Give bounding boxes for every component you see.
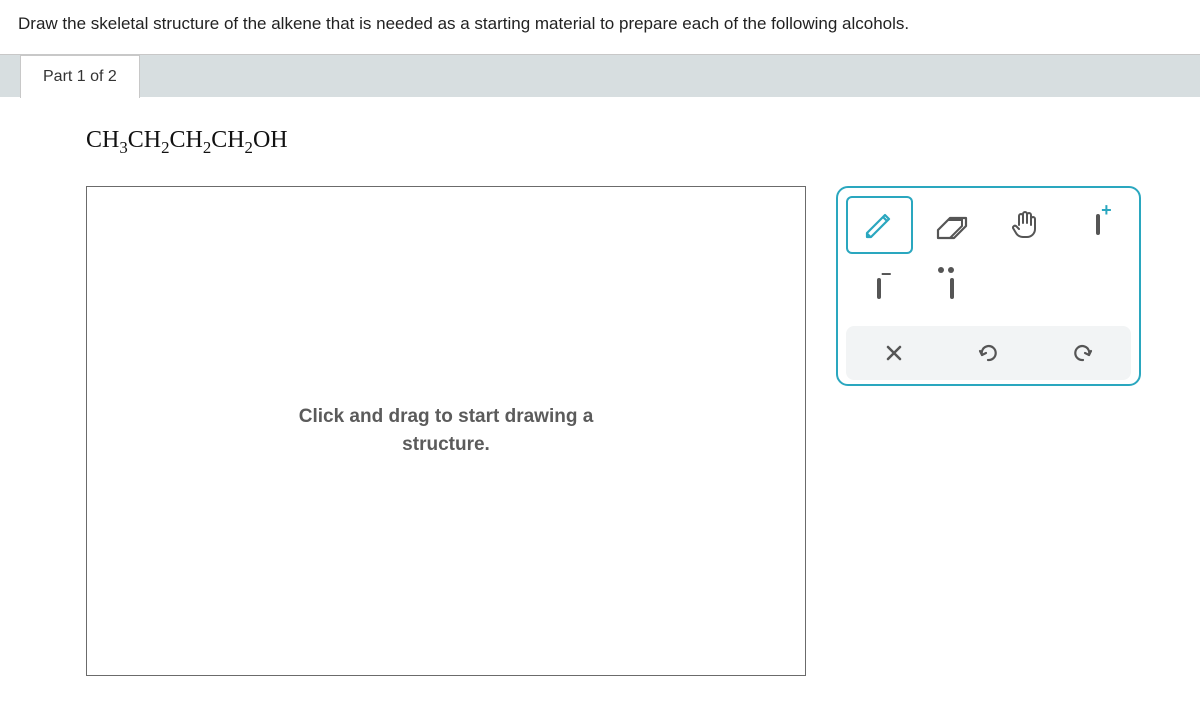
close-icon xyxy=(884,343,904,363)
placeholder-line-2: structure. xyxy=(402,434,490,455)
editor-row: Click and drag to start drawing a struct… xyxy=(86,186,1200,676)
hand-icon xyxy=(1007,207,1043,243)
negative-charge-tool[interactable]: − xyxy=(846,260,913,318)
part-tab-bar: Part 1 of 2 xyxy=(0,54,1200,97)
draw-tool[interactable] xyxy=(846,196,913,254)
eraser-icon xyxy=(932,210,972,240)
target-formula: CH3CH2CH2CH2OH xyxy=(86,127,1200,158)
undo-icon xyxy=(976,341,1000,365)
question-prompt: Draw the skeletal structure of the alken… xyxy=(0,0,1200,54)
part-tab[interactable]: Part 1 of 2 xyxy=(20,55,140,98)
positive-charge-icon: + xyxy=(1096,216,1100,234)
tool-grid: + − xyxy=(846,196,1131,318)
pencil-icon xyxy=(861,207,897,243)
negative-charge-icon: − xyxy=(877,280,881,298)
drawing-canvas[interactable]: Click and drag to start drawing a struct… xyxy=(86,186,806,676)
clear-button[interactable] xyxy=(850,330,938,376)
undo-button[interactable] xyxy=(944,330,1032,376)
lone-pair-icon xyxy=(950,280,954,298)
canvas-placeholder: Click and drag to start drawing a struct… xyxy=(299,403,594,458)
lone-pair-tool[interactable] xyxy=(919,260,986,318)
toolbox: + − xyxy=(836,186,1141,386)
move-tool[interactable] xyxy=(992,196,1059,254)
placeholder-line-1: Click and drag to start drawing a xyxy=(299,406,594,427)
content-area: CH3CH2CH2CH2OH Click and drag to start d… xyxy=(0,97,1200,676)
redo-button[interactable] xyxy=(1039,330,1127,376)
positive-charge-tool[interactable]: + xyxy=(1064,196,1131,254)
erase-tool[interactable] xyxy=(919,196,986,254)
redo-icon xyxy=(1071,341,1095,365)
action-row xyxy=(846,326,1131,380)
